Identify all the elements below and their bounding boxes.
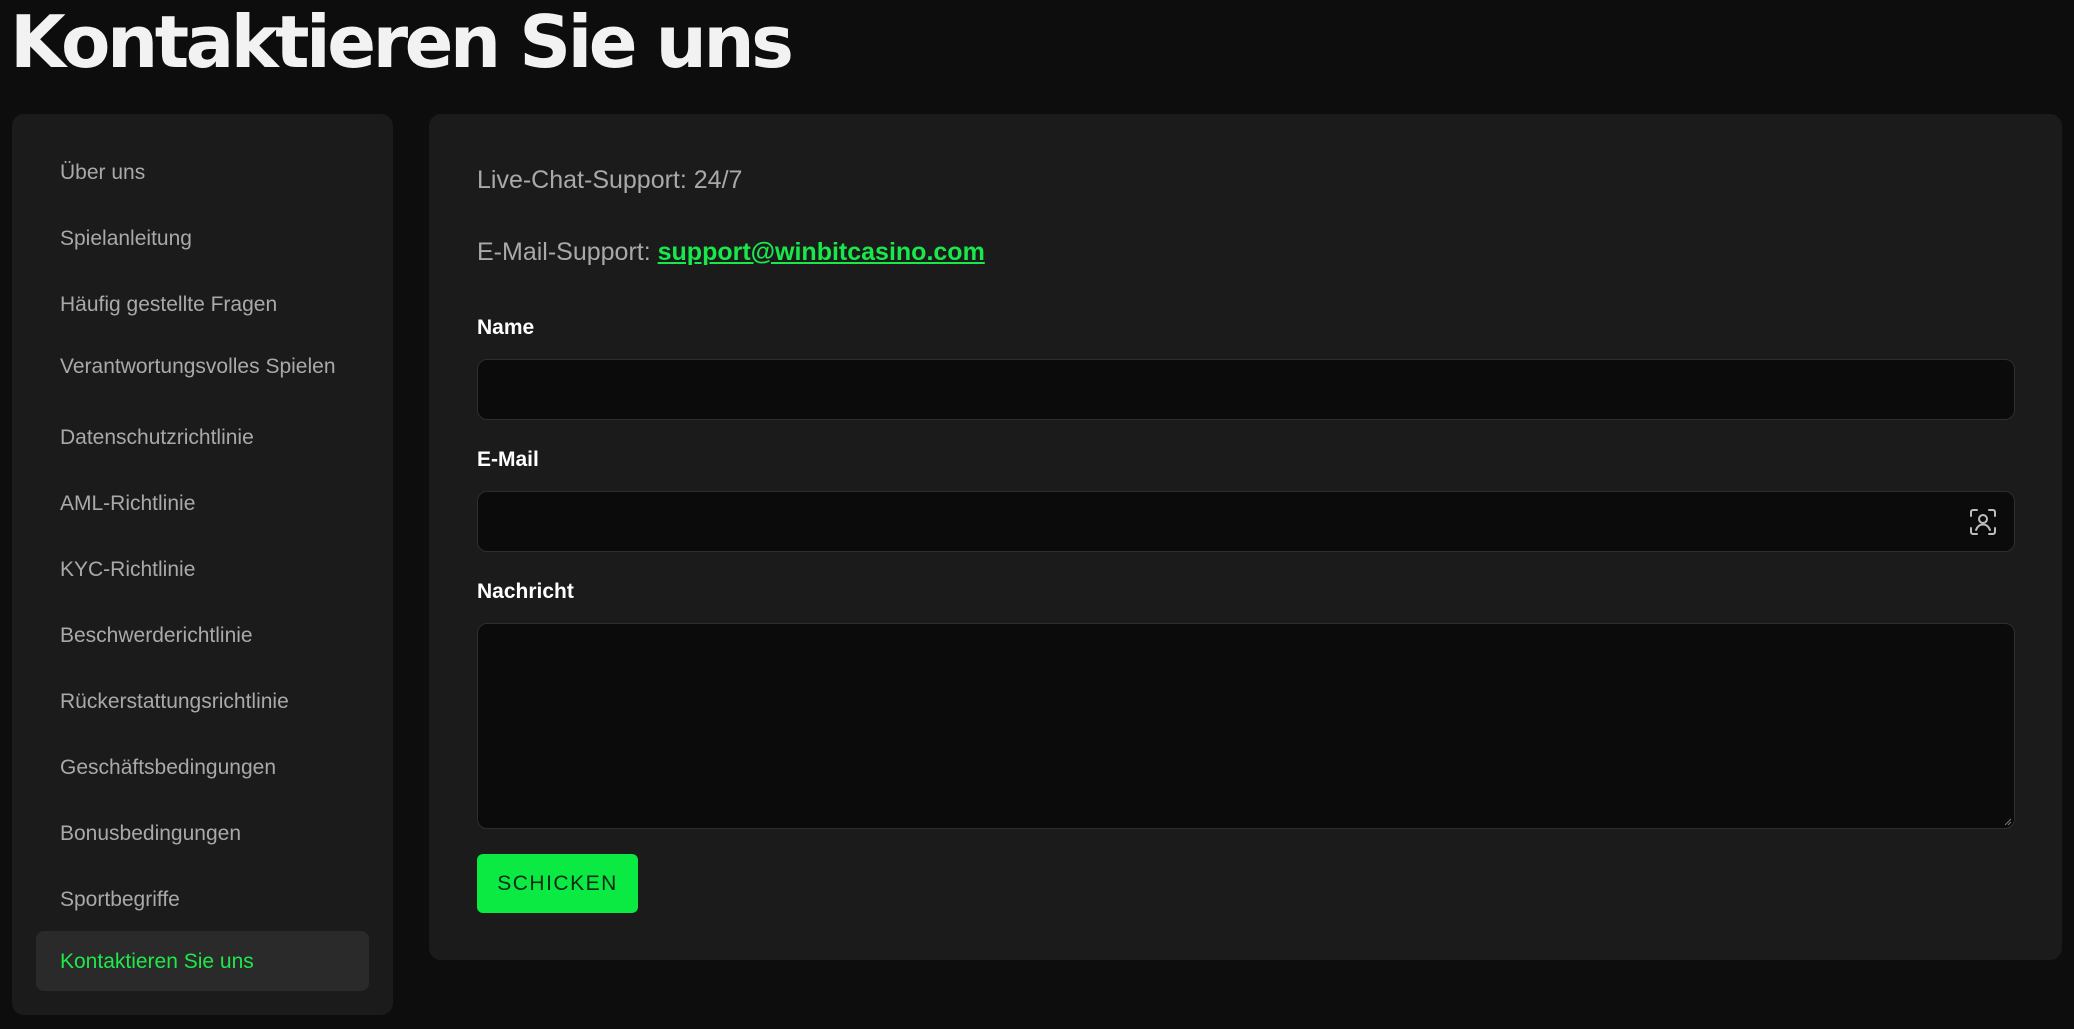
sidebar-item-sportbegriffe[interactable]: Sportbegriffe [36,874,369,924]
name-field-box [477,359,2015,420]
name-input[interactable] [478,360,2014,419]
sidebar-item-datenschutz[interactable]: Datenschutzrichtlinie [36,412,369,462]
page-title: Kontaktieren Sie uns [10,0,794,84]
message-label: Nachricht [477,580,574,603]
name-label: Name [477,316,535,339]
email-label: E-Mail [477,448,539,471]
submit-button[interactable]: SCHICKEN [477,854,638,913]
sidebar-item-aml[interactable]: AML-Richtlinie [36,478,369,528]
email-support-info: E-Mail-Support: support@winbitcasino.com [477,238,985,267]
email-input[interactable] [478,492,2014,551]
sidebar-item-faq[interactable]: Häufig gestellte Fragen [36,279,369,329]
email-support-label: E-Mail-Support: [477,238,658,266]
email-field-box [477,491,2015,552]
sidebar-nav: Über uns Spielanleitung Häufig gestellte… [12,114,393,1015]
contact-panel: Live-Chat-Support: 24/7 E-Mail-Support: … [429,114,2062,960]
sidebar-item-kontakt[interactable]: Kontaktieren Sie uns [36,931,369,991]
sidebar-item-kyc[interactable]: KYC-Richtlinie [36,544,369,594]
email-support-link[interactable]: support@winbitcasino.com [658,238,985,266]
sidebar-item-geschaeftsbedingungen[interactable]: Geschäftsbedingungen [36,742,369,792]
sidebar-item-verantwortungsvolles-spielen[interactable]: Verantwortungsvolles Spielen [36,333,369,399]
sidebar-item-rueckerstattung[interactable]: Rückerstattungsrichtlinie [36,676,369,726]
live-chat-info: Live-Chat-Support: 24/7 [477,166,743,194]
resize-grip-icon[interactable] [2002,816,2012,826]
sidebar-item-spielanleitung[interactable]: Spielanleitung [36,213,369,263]
message-field-box [477,623,2015,829]
message-textarea[interactable] [478,624,2014,828]
sidebar-item-ueber-uns[interactable]: Über uns [36,147,369,197]
sidebar-item-bonusbedingungen[interactable]: Bonusbedingungen [36,808,369,858]
sidebar-item-beschwerde[interactable]: Beschwerderichtlinie [36,610,369,660]
autofill-contact-icon[interactable] [1968,507,1998,537]
